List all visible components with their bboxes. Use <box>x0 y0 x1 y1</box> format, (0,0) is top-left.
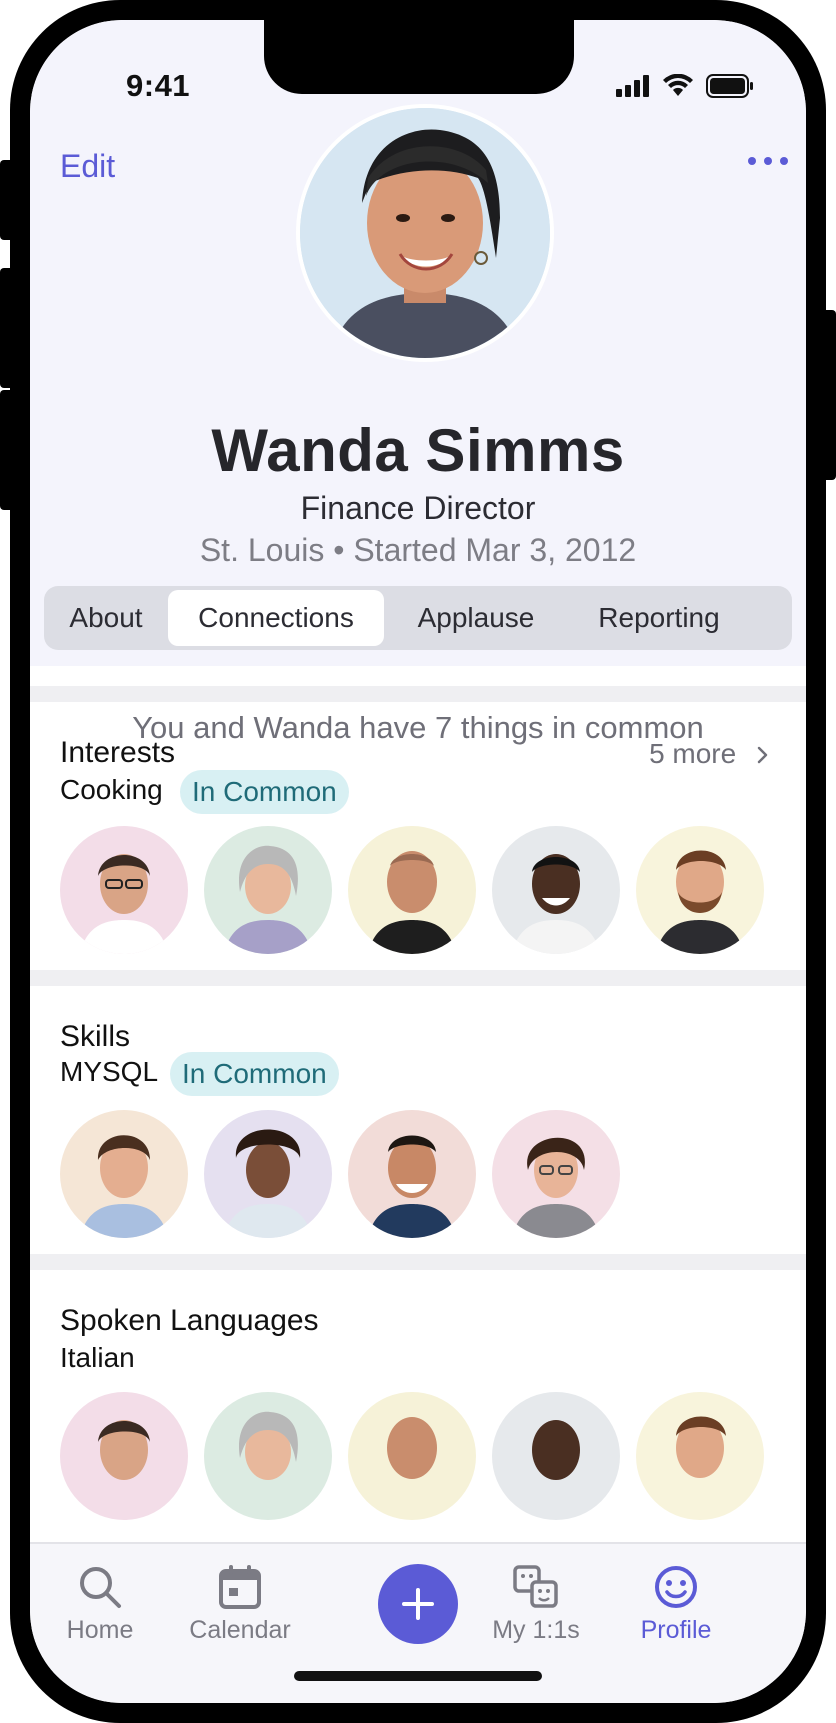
tab-home[interactable]: Home <box>30 1564 170 1645</box>
tab-calendar-label: Calendar <box>189 1616 291 1644</box>
screen: 9:41 Edit Wanda Simms Finance Director S… <box>30 20 806 1703</box>
avatar[interactable] <box>204 826 332 954</box>
home-indicator <box>294 1671 542 1681</box>
tab-connections[interactable]: Connections <box>168 590 384 646</box>
tab-about[interactable]: About <box>44 590 168 646</box>
interests-avatars <box>60 826 764 954</box>
in-common-badge: In Common <box>180 770 349 814</box>
tab-profile-label: Profile <box>640 1616 712 1644</box>
search-icon <box>80 1567 121 1608</box>
interests-title: Interests <box>60 736 176 769</box>
chevron-right-icon <box>757 746 768 764</box>
more-options-icon[interactable] <box>748 148 788 174</box>
avatar[interactable] <box>348 826 476 954</box>
tab-my-11s-label: My 1:1s <box>492 1616 580 1644</box>
notch <box>264 20 574 94</box>
avatar[interactable] <box>204 1392 332 1520</box>
profile-location-start: St. Louis • Started Mar 3, 2012 <box>199 532 637 568</box>
profile-avatar <box>296 104 554 362</box>
tab-reporting[interactable]: Reporting <box>568 590 750 646</box>
interests-more-label: 5 more <box>649 738 737 769</box>
interests-more-link[interactable]: 5 more <box>649 738 770 770</box>
add-button[interactable] <box>378 1564 458 1644</box>
calendar-icon <box>219 1565 261 1609</box>
avatar[interactable] <box>492 1392 620 1520</box>
avatar[interactable] <box>636 1392 764 1520</box>
avatar[interactable] <box>60 1392 188 1520</box>
profile-name: Wanda Simms <box>211 417 625 484</box>
section-divider <box>30 1254 806 1270</box>
section-divider <box>30 970 806 986</box>
languages-avatars <box>60 1392 764 1520</box>
one-on-one-icon <box>513 1565 558 1608</box>
status-icons <box>616 74 754 98</box>
skills-item: MYSQL <box>60 1056 159 1087</box>
in-common-badge: In Common <box>170 1052 339 1096</box>
avatar[interactable] <box>492 826 620 954</box>
wifi-icon <box>663 74 693 96</box>
tab-profile[interactable]: Profile <box>606 1564 746 1645</box>
edit-button[interactable]: Edit <box>60 148 115 185</box>
profile-job-title: Finance Director <box>300 490 536 526</box>
skills-avatars <box>60 1110 620 1238</box>
avatar[interactable] <box>348 1392 476 1520</box>
tab-home-label: Home <box>66 1616 134 1644</box>
profile-tabs: About Connections Applause Reporting <box>44 586 792 650</box>
tab-calendar[interactable]: Calendar <box>170 1564 310 1645</box>
plus-icon <box>402 1588 434 1620</box>
smiley-icon <box>655 1566 697 1608</box>
cellular-signal-icon <box>616 75 649 97</box>
status-time: 9:41 <box>126 68 191 103</box>
avatar[interactable] <box>204 1110 332 1238</box>
languages-title: Spoken Languages <box>60 1304 319 1337</box>
interests-item: Cooking <box>60 774 163 805</box>
languages-item: Italian <box>60 1342 135 1373</box>
skills-title: Skills <box>60 1020 131 1053</box>
avatar[interactable] <box>60 826 188 954</box>
avatar[interactable] <box>348 1110 476 1238</box>
tab-applause[interactable]: Applause <box>384 590 568 646</box>
tab-my-11s[interactable]: My 1:1s <box>466 1564 606 1645</box>
profile-header: 9:41 Edit Wanda Simms Finance Director S… <box>30 20 806 666</box>
section-divider <box>30 686 806 702</box>
avatar[interactable] <box>60 1110 188 1238</box>
battery-icon <box>706 74 753 98</box>
phone-frame: 9:41 Edit Wanda Simms Finance Director S… <box>10 0 826 1723</box>
avatar[interactable] <box>636 826 764 954</box>
avatar[interactable] <box>492 1110 620 1238</box>
